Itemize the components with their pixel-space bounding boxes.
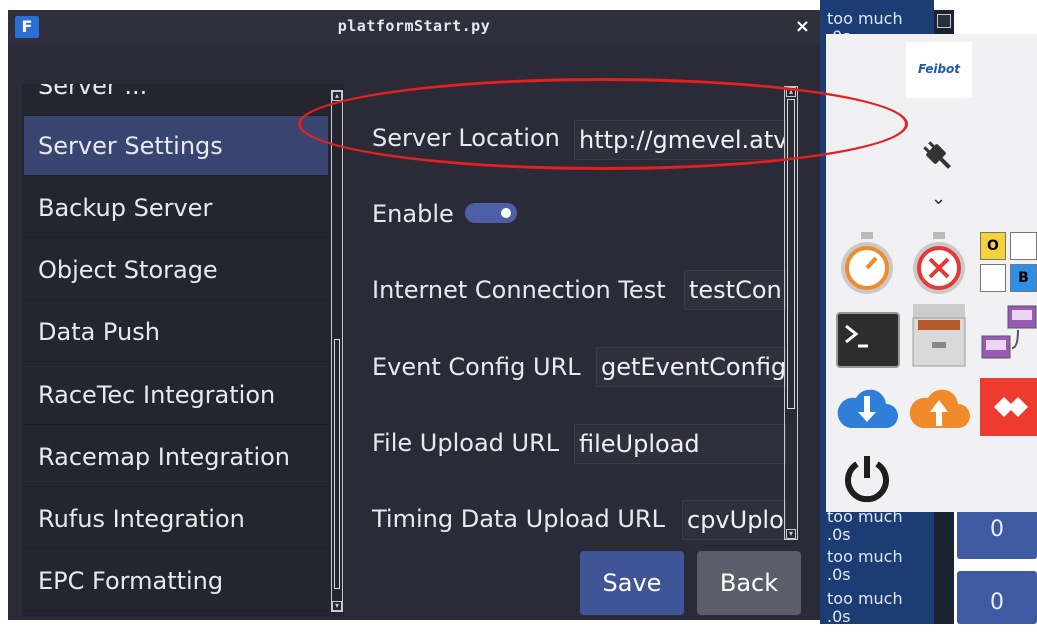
sidebar-item-server-settings[interactable]: Server Settings <box>24 116 328 176</box>
event-config-label: Event Config URL <box>372 353 581 381</box>
server-location-label: Server Location <box>372 124 560 152</box>
log-line: too much <box>827 9 903 28</box>
launcher-panel: Feibot ⌄ O B <box>826 34 1037 512</box>
cloud-download-icon[interactable] <box>834 384 900 434</box>
timing-upload-label: Timing Data Upload URL <box>372 505 665 533</box>
counter-box: 0 <box>957 505 1037 559</box>
sidebar-item-epc-formatting[interactable]: EPC Formatting <box>24 551 328 611</box>
back-button[interactable]: Back <box>697 551 801 615</box>
content-scroll-thumb[interactable] <box>787 99 795 409</box>
timing-upload-input[interactable]: cpvUplo <box>682 500 786 540</box>
sidebar-scrollbar[interactable]: ▴ ▾ <box>331 90 343 612</box>
scroll-down-arrow[interactable]: ▾ <box>786 529 796 539</box>
tile-blank <box>980 264 1006 292</box>
sidebar-item-racetec[interactable]: RaceTec Integration <box>24 365 328 425</box>
tile-blank <box>1010 232 1037 260</box>
anydesk-icon[interactable] <box>980 378 1037 436</box>
sidebar-item-data-push[interactable]: Data Push <box>24 302 328 362</box>
window-title: platformStart.py <box>337 17 491 35</box>
power-icon[interactable] <box>840 452 894 506</box>
settings-content: Server Location http://gmevel.atv Enable… <box>348 44 806 540</box>
log-line: .0s <box>827 607 851 625</box>
log-line: too much <box>827 547 903 566</box>
log-scroll-up-button[interactable] <box>937 14 951 28</box>
log-line: .0s <box>827 525 851 544</box>
server-location-input[interactable]: http://gmevel.atv <box>574 120 786 160</box>
sidebar-scroll-thumb[interactable] <box>334 339 340 589</box>
tile-o: O <box>980 232 1006 260</box>
scroll-up-arrow[interactable]: ▴ <box>786 87 796 97</box>
file-upload-label: File Upload URL <box>372 429 560 457</box>
plug-icon[interactable] <box>914 132 958 176</box>
internet-test-label: Internet Connection Test <box>372 276 666 304</box>
tile-b: B <box>1010 264 1037 292</box>
close-button[interactable]: × <box>795 16 810 37</box>
stopwatch-cancel-icon[interactable] <box>910 230 968 298</box>
enable-label: Enable <box>372 200 454 228</box>
feibot-logo: Feibot <box>906 42 972 98</box>
terminal-icon[interactable] <box>836 312 900 368</box>
cloud-upload-icon[interactable] <box>906 384 972 434</box>
scroll-down-arrow[interactable]: ▾ <box>332 601 342 611</box>
network-icon[interactable] <box>978 304 1037 366</box>
enable-toggle[interactable] <box>465 203 517 223</box>
counter-box: 0 <box>957 571 1037 624</box>
sidebar-item-backup-server[interactable]: Backup Server <box>24 178 328 238</box>
internet-test-input[interactable]: testCon <box>684 270 786 310</box>
save-button[interactable]: Save <box>580 551 684 615</box>
sidebar-item-rufus[interactable]: Rufus Integration <box>24 489 328 549</box>
sidebar-item-racemap[interactable]: Racemap Integration <box>24 427 328 487</box>
content-scrollbar[interactable]: ▴ ▾ <box>784 86 798 540</box>
title-bar: F platformStart.py × <box>8 10 820 44</box>
sidebar-item-server[interactable]: Server ... <box>24 84 328 116</box>
toggle-knob <box>501 208 511 218</box>
log-line: .0s <box>827 565 851 584</box>
file-upload-input[interactable]: fileUpload <box>574 424 786 464</box>
sidebar-item-object-storage[interactable]: Object Storage <box>24 240 328 300</box>
log-line: too much <box>827 589 903 608</box>
settings-sidebar: Server ... Server Settings Backup Server… <box>22 84 344 616</box>
scroll-up-arrow[interactable]: ▴ <box>332 91 342 101</box>
settings-dialog: F platformStart.py × Server ... Server S… <box>8 10 820 620</box>
chevron-down-icon[interactable]: ⌄ <box>931 188 946 209</box>
stopwatch-icon[interactable] <box>838 230 896 298</box>
ob-tiles-icon[interactable]: O B <box>978 232 1037 296</box>
event-config-input[interactable]: getEventConfig <box>596 347 786 387</box>
file-cabinet-icon[interactable] <box>910 302 968 368</box>
